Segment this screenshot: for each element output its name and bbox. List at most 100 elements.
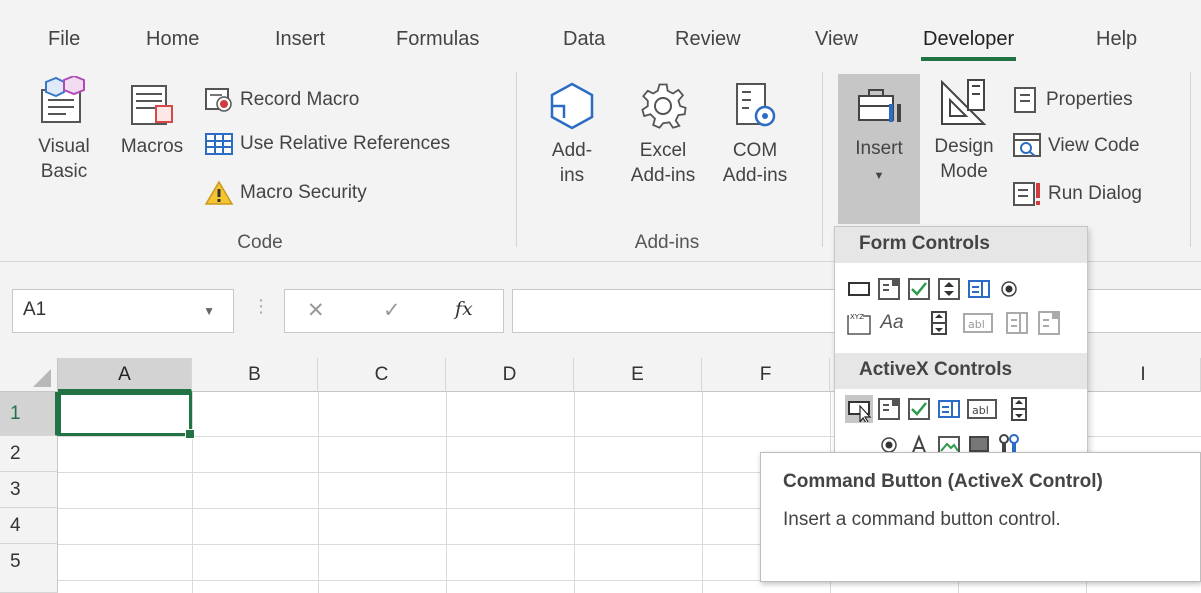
tab-review[interactable]: Review — [675, 28, 741, 51]
excel-addins-label-line1: Excel — [639, 140, 687, 161]
form-option-button-icon[interactable] — [995, 275, 1023, 303]
properties-button[interactable]: Properties — [1012, 86, 1133, 114]
run-dialog-icon — [1013, 182, 1040, 206]
form-label-icon[interactable]: Aa — [875, 309, 909, 337]
form-list-box-icon[interactable] — [965, 275, 993, 303]
tooltip-title: Command Button (ActiveX Control) — [783, 471, 1103, 492]
design-mode-label-line2: Mode — [940, 161, 988, 182]
column-header[interactable]: D — [446, 358, 574, 392]
insert-function-icon[interactable]: fx — [455, 298, 473, 320]
cancel-icon[interactable]: ✕ — [307, 298, 325, 323]
form-spin-button-icon[interactable] — [935, 275, 963, 303]
row-header[interactable]: 1 — [0, 392, 58, 436]
column-header[interactable]: C — [318, 358, 446, 392]
activex-list-box-icon[interactable] — [935, 395, 963, 423]
code-group-label: Code — [237, 232, 283, 253]
warning-icon — [204, 180, 234, 205]
ribbon-tabs: File Home Insert Formulas Data Review Vi… — [0, 0, 1201, 62]
record-macro-label: Record Macro — [240, 89, 360, 110]
insert-controls-button[interactable]: Insert ▼ — [838, 74, 920, 224]
chevron-down-icon: ▼ — [873, 170, 885, 182]
design-mode-button[interactable]: Design Mode — [924, 76, 1004, 184]
view-code-button[interactable]: View Code — [1012, 132, 1140, 160]
activex-scroll-bar-icon[interactable] — [1005, 395, 1033, 423]
gridline — [318, 392, 319, 593]
select-all-corner[interactable] — [0, 358, 58, 392]
form-combo-box-icon[interactable] — [875, 275, 903, 303]
addins-button[interactable]: Add- ins — [540, 80, 604, 188]
record-macro-button[interactable]: Record Macro — [204, 86, 359, 114]
run-dialog-button[interactable]: Run Dialog — [1012, 180, 1142, 208]
tab-data[interactable]: Data — [563, 28, 605, 51]
visual-basic-button[interactable]: Visual Basic — [28, 76, 100, 184]
gridline — [446, 392, 447, 593]
formula-bar-grip[interactable]: ⋮ — [252, 296, 270, 317]
insert-controls-dropdown: Form Controls XYZ Aa abl ActiveX Control… — [834, 226, 1088, 464]
tab-formulas[interactable]: Formulas — [396, 28, 479, 51]
gridline — [192, 392, 193, 593]
macro-security-button[interactable]: Macro Security — [204, 180, 367, 206]
column-header[interactable]: B — [192, 358, 318, 392]
activex-check-box-icon[interactable] — [905, 395, 933, 423]
view-code-icon — [1013, 133, 1041, 157]
toolbox-icon — [858, 89, 901, 122]
com-addins-label-line2: Add-ins — [722, 165, 788, 186]
insert-label: Insert — [855, 138, 903, 159]
column-header[interactable]: F — [702, 358, 830, 392]
active-cell[interactable] — [58, 392, 195, 439]
form-scroll-bar-icon[interactable] — [925, 309, 953, 337]
properties-label: Properties — [1046, 89, 1133, 110]
use-relative-references-label: Use Relative References — [240, 133, 451, 154]
com-addins-button[interactable]: COM Add-ins — [712, 80, 798, 188]
form-check-box-icon[interactable] — [905, 275, 933, 303]
row-header[interactable]: 5 — [0, 544, 58, 593]
com-addins-label-line1: COM — [732, 140, 778, 161]
group-separator — [822, 72, 823, 247]
activex-combo-box-icon[interactable] — [875, 395, 903, 423]
column-header[interactable]: I — [1086, 358, 1201, 392]
tooltip-description: Insert a command button control. — [783, 509, 1061, 530]
activex-text-box-icon[interactable]: abl — [965, 395, 999, 423]
row-header[interactable]: 2 — [0, 436, 58, 472]
column-header[interactable]: E — [574, 358, 702, 392]
visual-basic-icon — [41, 76, 85, 123]
chevron-down-icon[interactable]: ▼ — [203, 304, 215, 318]
tab-view[interactable]: View — [815, 28, 858, 51]
design-mode-label-line1: Design — [934, 136, 994, 157]
view-code-label: View Code — [1048, 135, 1140, 156]
form-button-icon[interactable] — [845, 275, 873, 303]
addins-label-line2: ins — [559, 165, 585, 186]
row-header[interactable]: 3 — [0, 472, 58, 508]
form-group-box-icon[interactable]: XYZ — [845, 309, 873, 337]
tab-file[interactable]: File — [48, 28, 80, 51]
tab-insert[interactable]: Insert — [275, 28, 325, 51]
use-relative-references-button[interactable]: Use Relative References — [204, 132, 450, 156]
visual-basic-label-line2: Basic — [40, 161, 88, 182]
addins-hexagon-icon — [550, 82, 594, 130]
form-combo-drop-down-edit-icon[interactable] — [1035, 309, 1063, 337]
macros-button[interactable]: Macros — [114, 76, 190, 159]
tab-developer[interactable]: Developer — [920, 28, 1017, 61]
tab-home[interactable]: Home — [146, 28, 199, 51]
enter-icon[interactable]: ✓ — [383, 298, 401, 323]
macros-label: Macros — [120, 136, 184, 157]
com-addins-icon — [736, 83, 776, 127]
macros-icon — [131, 85, 173, 125]
activex-command-button-icon[interactable] — [845, 395, 873, 423]
name-box-value: A1 — [23, 299, 47, 320]
abl-label: abl — [972, 404, 989, 417]
row-header[interactable]: 4 — [0, 508, 58, 544]
form-controls-header: Form Controls — [835, 227, 1087, 263]
column-header[interactable]: A — [58, 358, 192, 392]
group-separator — [516, 72, 517, 247]
excel-addins-button[interactable]: Excel Add-ins — [618, 80, 708, 188]
form-text-field-icon[interactable]: abl — [961, 309, 995, 337]
formula-buttons: ✕ ✓ fx — [284, 289, 504, 333]
activex-controls-header: ActiveX Controls — [835, 353, 1087, 389]
addins-label-line1: Add- — [551, 140, 593, 161]
form-combo-list-edit-icon[interactable] — [1003, 309, 1031, 337]
tab-help[interactable]: Help — [1096, 28, 1137, 51]
excel-addins-label-line2: Add-ins — [630, 165, 696, 186]
xyz-label: XYZ — [850, 313, 864, 321]
name-box[interactable]: A1 ▼ — [12, 289, 234, 333]
